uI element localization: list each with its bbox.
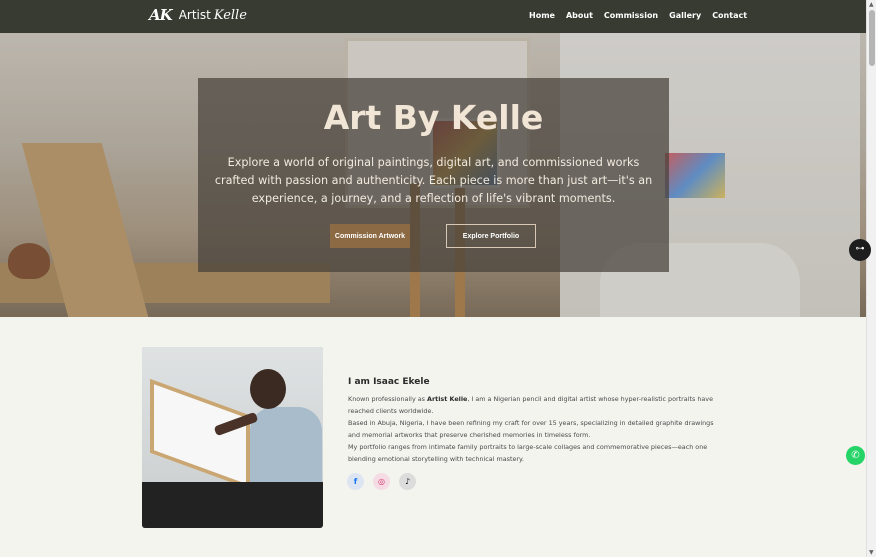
about-paragraph-3: My portfolio ranges from intimate family… [348,443,708,463]
about-heading: I am Isaac Ekele [348,377,430,387]
nav-link-gallery[interactable]: Gallery [669,11,701,20]
navbar: AK Artist Kelle Home About Commission Ga… [0,0,866,33]
nav-link-home[interactable]: Home [529,11,555,20]
scroll-up-icon[interactable]: ▲ [869,1,874,8]
instagram-icon[interactable]: ◎ [373,473,390,490]
photo-desk [142,482,323,528]
social-links: f ◎ ♪ [347,473,416,490]
scroll-down-icon[interactable]: ▼ [869,549,874,556]
logo-mark: AK [149,6,173,24]
artist-photo [142,347,323,528]
logo[interactable]: AK Artist Kelle [149,6,247,24]
scrollbar[interactable]: ▲ ▼ [866,0,876,557]
about-p1-start: Known professionally as [348,395,428,403]
hero-content-box: Art By Kelle Explore a world of original… [198,78,669,272]
nav-link-contact[interactable]: Contact [712,11,747,20]
logo-script: Kelle [213,7,247,23]
whatsapp-icon[interactable]: ✆ [846,446,865,465]
nav-link-about[interactable]: About [566,11,593,20]
facebook-icon[interactable]: f [347,473,364,490]
nav-links: Home About Commission Gallery Contact [529,11,747,20]
hero-title: Art By Kelle [323,98,544,137]
commission-artwork-button[interactable]: Commission Artwork [330,224,410,248]
photo-artist-head [250,369,286,409]
about-paragraph-2: Based in Abuja, Nigeria, I have been ref… [348,419,714,439]
about-paragraph-1: Known professionally as Artist Kelle, I … [348,393,718,417]
hero-description: Explore a world of original paintings, d… [214,156,653,205]
about-p1-bold: Artist Kelle [427,395,468,403]
settings-toggle-icon[interactable]: ⊶ [849,239,871,261]
tiktok-icon[interactable]: ♪ [399,473,416,490]
scrollbar-thumb[interactable] [869,10,875,66]
hero-section: Art By Kelle Explore a world of original… [0,33,866,317]
explore-portfolio-button[interactable]: Explore Portfolio [446,224,536,248]
about-text: Known professionally as Artist Kelle, I … [348,393,718,465]
logo-text: Artist [178,8,211,22]
nav-link-commission[interactable]: Commission [604,11,658,20]
